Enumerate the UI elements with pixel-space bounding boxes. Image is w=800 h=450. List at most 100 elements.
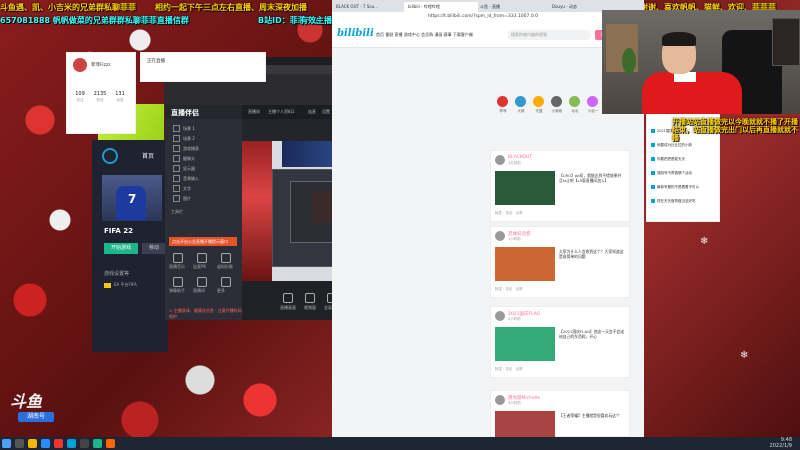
feed-image[interactable] [495, 171, 555, 205]
following-avatar[interactable] [497, 96, 508, 107]
search-input[interactable]: 搜索你感兴趣的视频 [507, 30, 591, 40]
scene-source-item[interactable]: 场景 1 [171, 125, 237, 133]
checkbox-icon[interactable] [173, 185, 180, 192]
feed-image[interactable] [495, 327, 555, 361]
following-avatar[interactable] [551, 96, 562, 107]
browser-tab-active[interactable]: bilibili - 哔哩哔哩 [404, 2, 478, 12]
douyu-app-icon[interactable] [54, 439, 63, 448]
tool-label: 直播音乐 [169, 264, 185, 269]
bilibili-app-icon[interactable] [67, 439, 76, 448]
fifa-chip-label: EA 平台FIFA [114, 282, 137, 287]
feed-author[interactable]: BLACKOUT [508, 155, 532, 160]
tool-label: 虚拟形象 [217, 264, 233, 269]
tool-icon [305, 293, 315, 303]
checkbox-icon[interactable] [173, 155, 180, 162]
scene-source-item[interactable]: 场景 2 [171, 135, 237, 143]
following-avatar[interactable] [587, 96, 598, 107]
assistant-app-icon[interactable] [106, 439, 115, 448]
search-icon[interactable] [15, 439, 24, 448]
webcam-feed [602, 10, 800, 114]
profile-username[interactable]: 菲菲Fizzz [91, 62, 111, 68]
hot-topic-label: 现在天天做再做当没好吃 [657, 199, 696, 203]
taskbar-clock[interactable]: 9:48 2022/1/9 [770, 437, 792, 449]
bilibili-logo[interactable]: bilibili [337, 28, 374, 39]
scene-source-item[interactable]: 图片 [171, 195, 237, 203]
tab-link-mic[interactable]: 连麦 [308, 109, 316, 115]
windows-start-icon[interactable] [2, 439, 11, 448]
feed-actions[interactable]: 转发 · 评论 · 点赞 [495, 367, 523, 372]
tool-label: 更多 [217, 288, 225, 293]
feed-avatar[interactable] [495, 311, 505, 321]
feed-avatar[interactable] [495, 395, 505, 405]
hot-topic-item[interactable]: 他要成为比比拉的小新 [651, 143, 713, 148]
following-avatar[interactable] [533, 96, 544, 107]
tool-icon[interactable] [197, 277, 207, 287]
browser-icon[interactable] [41, 439, 50, 448]
assistant-warning-banner[interactable]: 点击开启公告直播开播提示窗口 [169, 237, 237, 246]
danmaku-ticker: 相约一起下午三点左右直播、周末深夜加播 [155, 3, 307, 12]
checkbox-icon[interactable] [173, 175, 180, 182]
scene-source-item[interactable]: 摄像头 [171, 155, 237, 163]
hot-topic-item[interactable]: 你要把把是能天天 [651, 157, 713, 162]
preview-tool-button[interactable]: 直播画面 [276, 293, 300, 311]
fifa-launcher-window: 首页 7 FIFA 22 开始游戏 移动 游戏设置等 EA 平台FIFA [92, 140, 168, 352]
hot-topic-item[interactable]: 现在天天做再做当没好吃 [651, 199, 713, 204]
danmaku-ticker: 657081888 帆帆做菜的兄弟群群私聊菲菲直播信群 [0, 16, 189, 25]
tab-live-room[interactable]: 直播间 [248, 109, 260, 115]
tool-icon[interactable] [221, 277, 231, 287]
ea-app-icon[interactable] [93, 439, 102, 448]
checkbox-icon[interactable] [173, 125, 180, 132]
tool-icon[interactable] [173, 277, 183, 287]
tab-settings[interactable]: 设置 [322, 109, 330, 115]
assistant-logo: 直播伴侣 [171, 109, 199, 117]
stat-posts-value: 131 [115, 91, 125, 97]
checkbox-icon[interactable] [173, 195, 180, 202]
scene-source-item[interactable]: 音频输入 [171, 175, 237, 183]
feed-text: 【CRO】pk初，就能达到不错效果并且fz让吧【c5版直播间加入】 [559, 173, 622, 183]
obs-app-icon[interactable] [80, 439, 89, 448]
folder-icon[interactable] [28, 439, 37, 448]
feed-time: 2小时前 [508, 317, 521, 321]
feed-card[interactable]: 2021国庆FLAG 2小时前 【2021国庆FLAG】他这一天会不会送给自己的东西… [490, 306, 630, 378]
feed-card[interactable]: 愿你游Michelle 3小时前 【王者荣耀】主播就是很喜欢玩这个 [490, 390, 630, 445]
feed-actions[interactable]: 转发 · 评论 · 点赞 [495, 287, 523, 292]
hot-topic-item[interactable]: 最新号撤的不是看看不可以 [651, 185, 713, 190]
tool-icon[interactable] [173, 253, 183, 263]
checkbox-icon[interactable] [173, 135, 180, 142]
feed-avatar[interactable] [495, 231, 505, 241]
hot-topic-item[interactable]: 强制号不再做哪个活动 [651, 171, 713, 176]
tool-icon[interactable] [221, 253, 231, 263]
feed-actions[interactable]: 转发 · 评论 · 点赞 [495, 211, 523, 216]
following-avatar[interactable] [515, 96, 526, 107]
tool-icon[interactable] [197, 253, 207, 263]
scene-source-item[interactable]: 显示器 [171, 165, 237, 173]
checkbox-icon[interactable] [173, 165, 180, 172]
douyu-room-badge: 湖南号 [18, 412, 54, 422]
scene-source-item[interactable]: 游戏捕获 [171, 145, 237, 153]
following-avatar[interactable] [569, 96, 580, 107]
following-avatar-label: 毛毛 [571, 109, 579, 113]
bilibili-nav[interactable]: 首页 番剧 直播 游戏中心 会员购 漫画 赛事 下载客户端 [376, 32, 473, 38]
topic-bullet-icon [651, 185, 655, 189]
danmaku-ticker: 斗鱼遇、凯、小吉米的兄弟群私聊菲菲 [0, 3, 136, 12]
fifa-move-button[interactable]: 移动 [142, 243, 166, 254]
feed-card[interactable]: BLACKOUT 1分钟前 【CRO】pk初，就能达到不错效果并且fz让吧【c5版直… [490, 150, 630, 222]
live-assistant-panel: 直播伴侣 场景 1 场景 2 游戏捕获 摄像头 显示器 音频输入 文字 图片 工具栏 点击开启… [165, 105, 242, 320]
checkbox-icon[interactable] [173, 145, 180, 152]
feed-avatar[interactable] [495, 155, 505, 165]
profile-card: 菲菲Fizzz 109 关注 2135 粉丝 131 动态 [66, 52, 136, 134]
douyu-logo: 斗鱼 [10, 392, 43, 411]
feed-image[interactable] [495, 247, 555, 281]
feed-card[interactable]: 足球说话客 1小时前 大家为什么人会收到这个？大家知道这是很简单的问题 转发 · 评论… [490, 226, 630, 298]
scene-source-label: 场景 2 [183, 136, 195, 141]
fifa-play-button[interactable]: 开始游戏 [104, 243, 138, 254]
bilibili-header: bilibili 首页 番剧 直播 游戏中心 会员购 漫画 赛事 下载客户端 搜… [332, 23, 644, 48]
scene-source-item[interactable]: 文字 [171, 185, 237, 193]
tab-profile[interactable]: 主播个人资料1 [268, 109, 295, 115]
fifa-nav-home[interactable]: 首页 [142, 151, 154, 160]
preview-tool-button[interactable]: 视频窗 [298, 293, 322, 311]
avatar[interactable] [73, 58, 87, 72]
browser-tab[interactable]: 斗鱼 - 直播 [476, 2, 550, 12]
preview-tool-label: 直播画面 [280, 305, 296, 310]
browser-tab[interactable]: BLACK OUT - 7 Sou... [332, 2, 406, 12]
